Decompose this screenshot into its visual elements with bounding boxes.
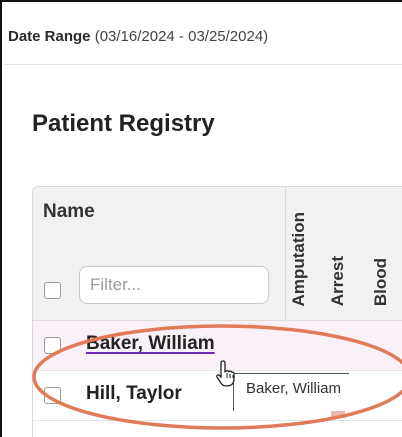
- divider: [4, 64, 402, 65]
- date-range-label: Date Range: [8, 28, 91, 45]
- page-title: Patient Registry: [32, 110, 215, 137]
- row-checkbox[interactable]: [44, 337, 61, 354]
- column-header-name[interactable]: Name: [43, 201, 95, 223]
- status-indicator: [331, 410, 345, 418]
- patient-name-link[interactable]: Hill, Taylor: [86, 383, 182, 405]
- app-frame: Date Range (03/16/2024 - 03/25/2024) Pat…: [0, 0, 402, 437]
- column-header-amputation[interactable]: Amputation: [289, 212, 309, 306]
- name-filter-input[interactable]: [79, 266, 269, 304]
- tooltip: Baker, William: [233, 373, 350, 411]
- date-range-value: (03/16/2024 - 03/25/2024): [94, 28, 269, 45]
- column-header-arrest[interactable]: Arrest: [328, 256, 348, 306]
- column-header-blood[interactable]: Blood: [371, 258, 391, 306]
- column-divider: [285, 187, 286, 321]
- patient-name-link[interactable]: Baker, William: [86, 333, 215, 355]
- hand-cursor-icon: [216, 360, 235, 387]
- date-range[interactable]: Date Range (03/16/2024 - 03/25/2024): [8, 28, 268, 45]
- select-all-checkbox[interactable]: [44, 282, 61, 299]
- row-checkbox[interactable]: [44, 387, 61, 404]
- grid-header: Name Amputation Arrest Blood: [33, 187, 402, 321]
